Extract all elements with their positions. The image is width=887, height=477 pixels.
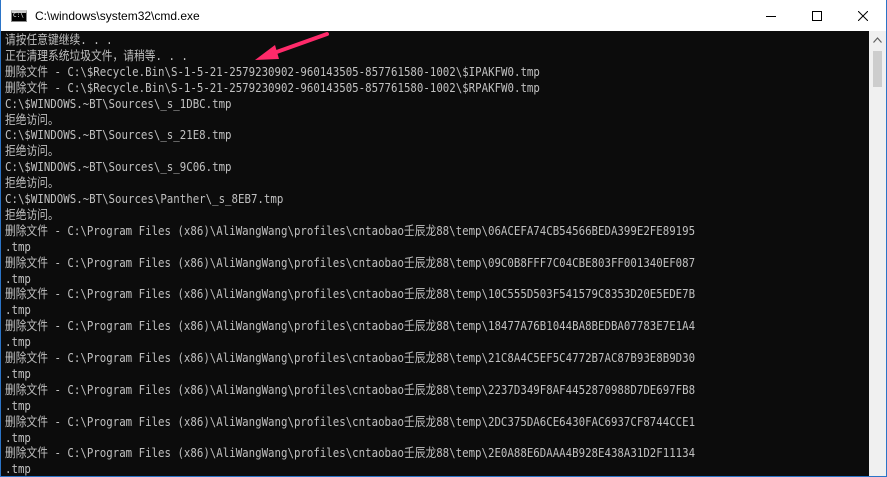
close-button[interactable] <box>840 0 886 31</box>
console-line: 删除文件 - C:\Program Files (x86)\AliWangWan… <box>5 413 696 429</box>
cmd-app-icon-glyph: C:\ <box>13 11 24 19</box>
console-line: .tmp <box>5 429 31 445</box>
console-line: 正在清理系统垃圾文件，请稍等. . . <box>5 47 188 63</box>
console-line: C:\$WINDOWS.~BT\Sources\Panther\_s_8EB7.… <box>5 191 284 206</box>
console-line: 删除文件 - C:\Program Files (x86)\AliWangWan… <box>5 350 696 365</box>
annotation-arrow-icon <box>255 32 329 60</box>
console-line: 拒绝访问。 <box>5 111 59 127</box>
cmd-window: C:\ C:\windows\system32\cmd.exe 请按任意键继续.… <box>0 0 887 477</box>
maximize-button[interactable] <box>794 0 840 31</box>
console-line: .tmp <box>5 238 31 254</box>
chevron-up-icon <box>873 36 882 43</box>
cmd-app-icon[interactable]: C:\ <box>11 9 27 22</box>
title-bar[interactable]: C:\ C:\windows\system32\cmd.exe <box>1 0 886 31</box>
maximize-icon <box>812 10 822 21</box>
vertical-scrollbar[interactable] <box>869 31 886 476</box>
console-line: .tmp <box>5 270 31 286</box>
console-line: .tmp <box>5 461 31 477</box>
console-line: 拒绝访问。 <box>5 175 59 191</box>
console-line: 删除文件 - C:\Program Files (x86)\AliWangWan… <box>5 445 696 461</box>
minimize-button[interactable] <box>748 0 794 31</box>
window-controls <box>748 0 886 31</box>
console-line: C:\$WINDOWS.~BT\Sources\_s_1DBC.tmp <box>5 95 232 111</box>
close-icon <box>858 10 868 21</box>
console-line: 删除文件 - C:\Program Files (x86)\AliWangWan… <box>5 318 696 334</box>
console-line: 删除文件 - C:\Program Files (x86)\AliWangWan… <box>5 222 696 238</box>
console-line: 删除文件 - C:\Program Files (x86)\AliWangWan… <box>5 286 696 302</box>
console-line: .tmp <box>5 365 31 381</box>
console-line: 请按任意键继续. . . <box>5 32 113 47</box>
console-output[interactable]: 请按任意键继续. . . 正在清理系统垃圾文件，请稍等. . . 删除文件 - C:… <box>1 31 869 477</box>
console-line: 删除文件 - C:\$Recycle.Bin\S-1-5-21-25792309… <box>5 79 540 95</box>
console-line: .tmp <box>5 334 31 350</box>
console-line: 删除文件 - C:\Program Files (x86)\AliWangWan… <box>5 254 696 270</box>
scroll-thumb[interactable] <box>873 51 882 87</box>
console-line: .tmp <box>5 397 31 413</box>
console-line: 删除文件 - C:\Program Files (x86)\AliWangWan… <box>5 381 696 397</box>
console-line: C:\$WINDOWS.~BT\Sources\_s_21E8.tmp <box>5 127 232 143</box>
minimize-icon <box>766 15 776 17</box>
window-title: C:\windows\system32\cmd.exe <box>35 8 200 23</box>
scroll-up-button[interactable] <box>869 31 886 48</box>
console-line: 拒绝访问。 <box>5 143 59 159</box>
console-line: 拒绝访问。 <box>5 206 59 222</box>
console-line: C:\$WINDOWS.~BT\Sources\_s_9C06.tmp <box>5 159 232 175</box>
console-line: .tmp <box>5 302 31 318</box>
